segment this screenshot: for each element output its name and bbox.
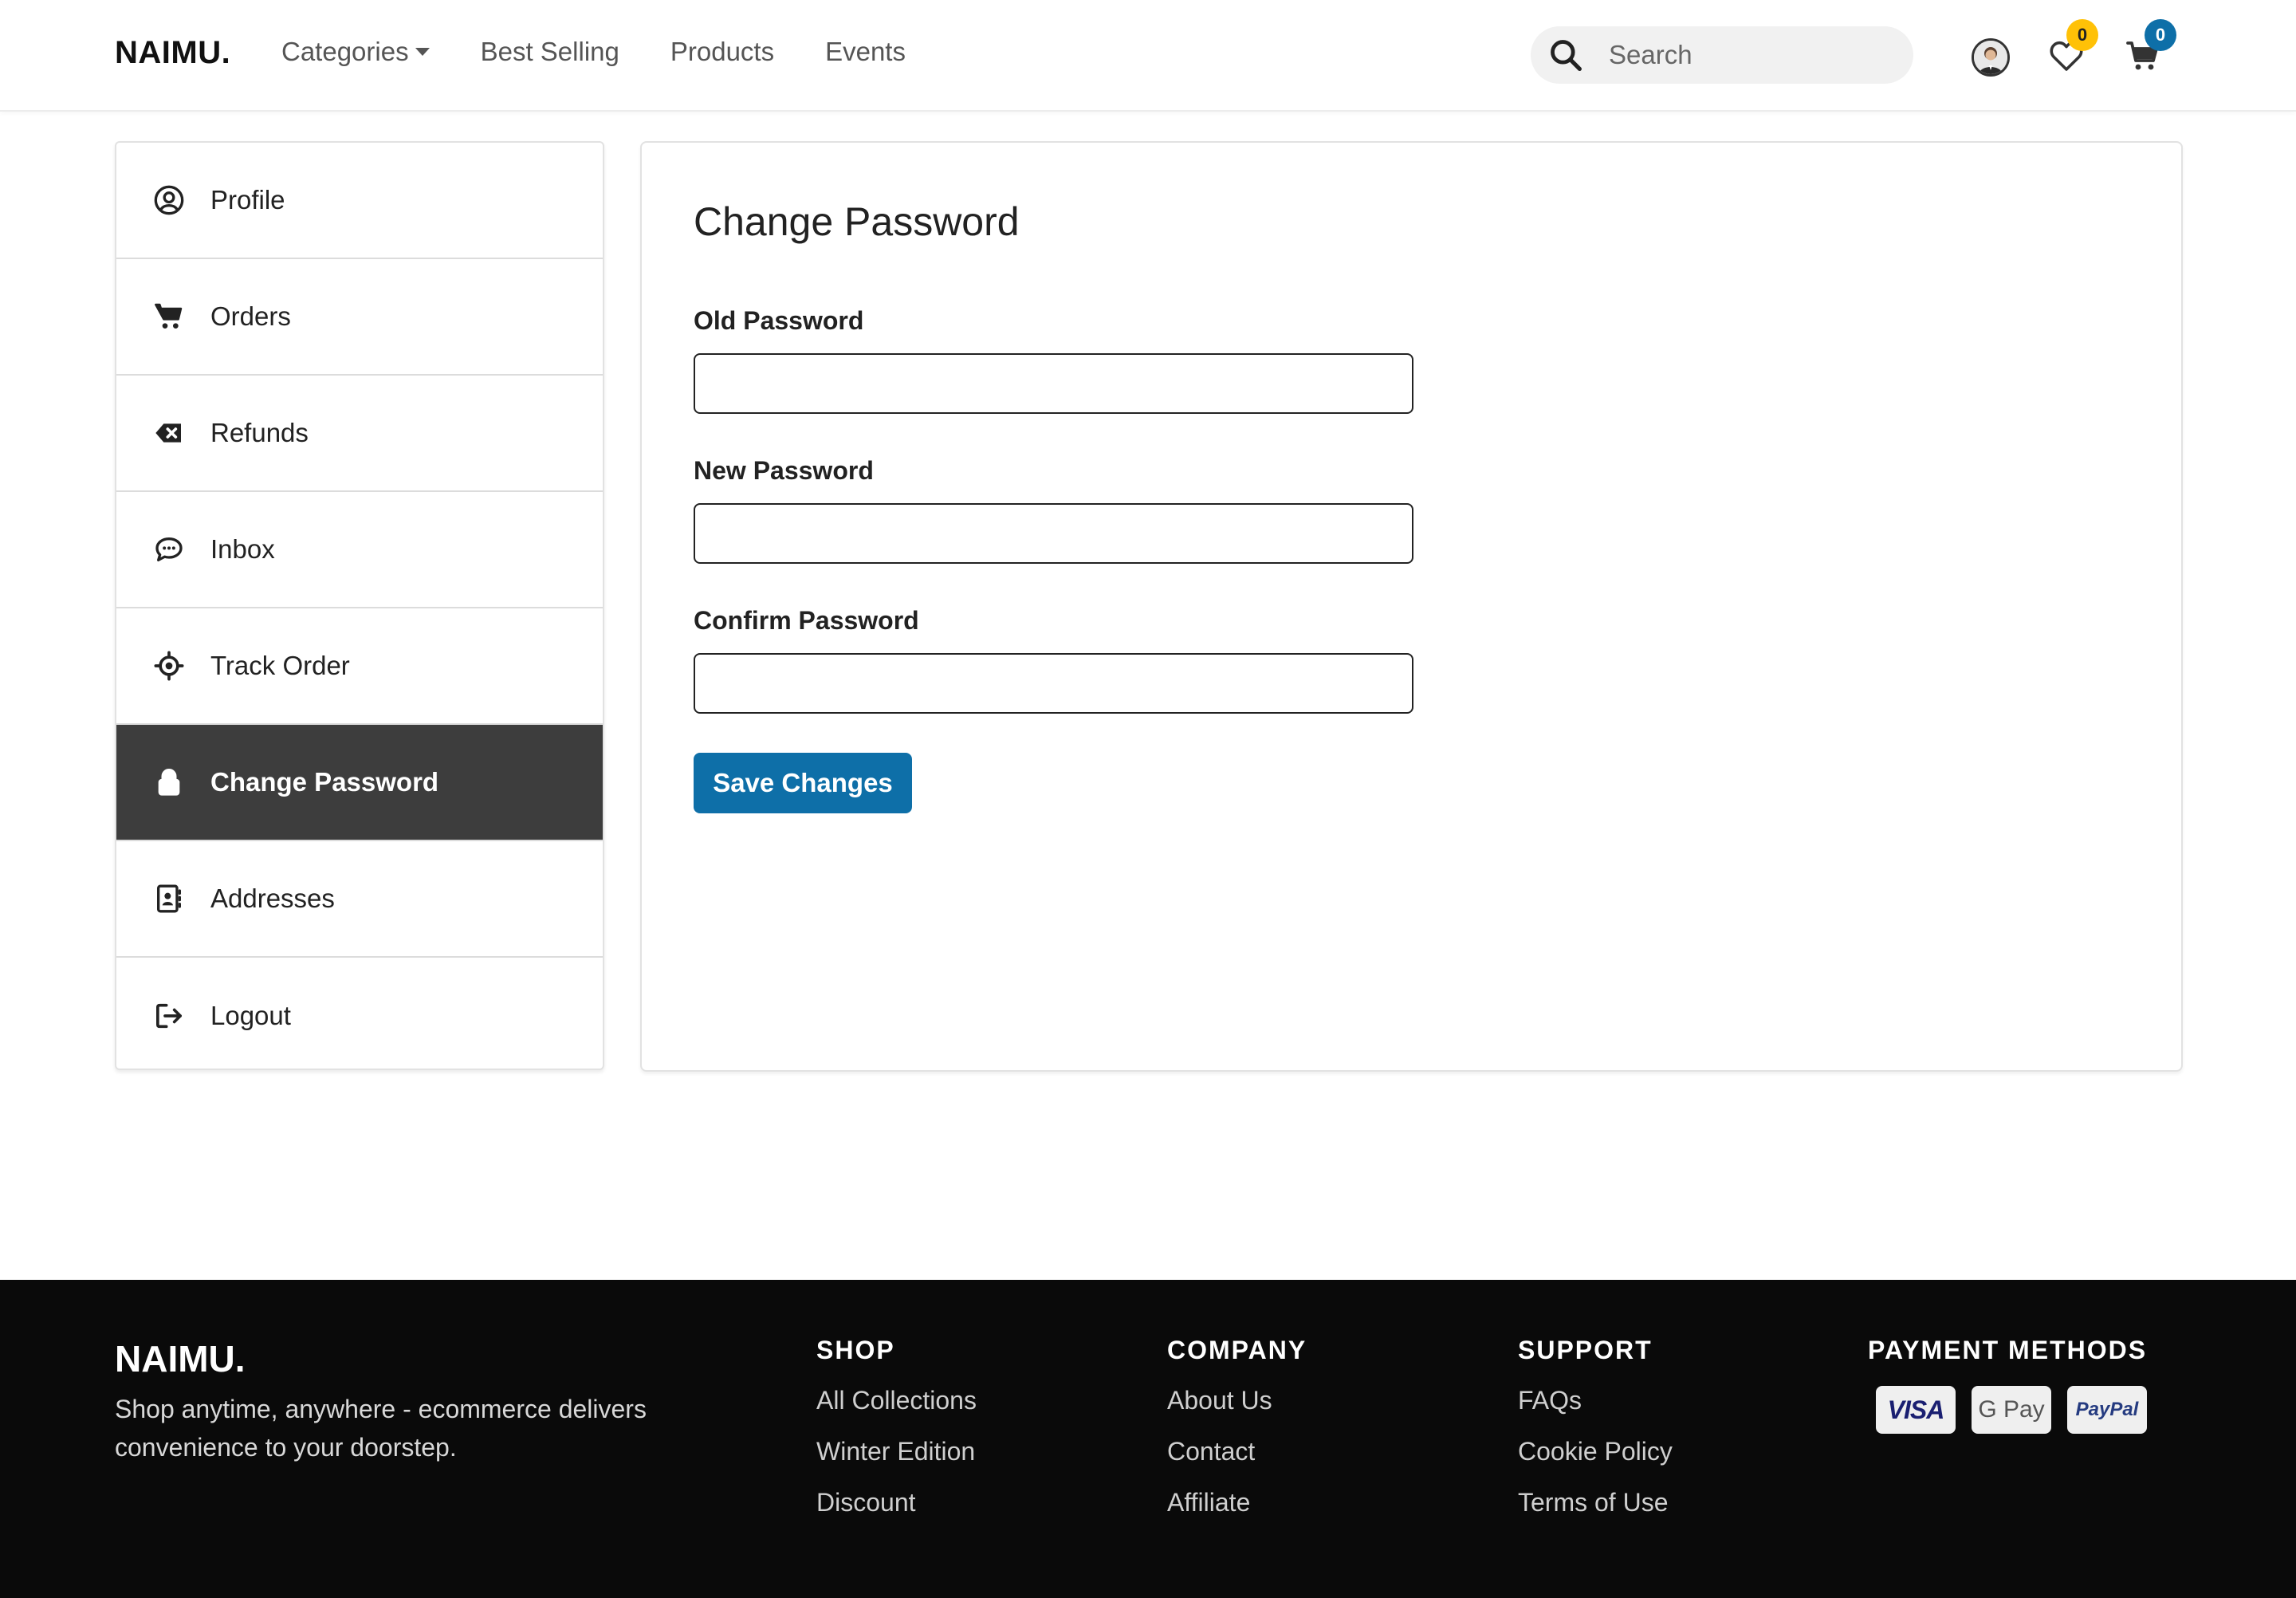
sidebar-item-logout[interactable]: Logout — [116, 958, 603, 1069]
footer-link[interactable]: FAQs — [1518, 1386, 1673, 1437]
nav-products[interactable]: Products — [670, 37, 774, 67]
sidebar-item-label: Addresses — [210, 884, 335, 913]
top-navbar: NAIMU. Categories Best Selling Products … — [0, 0, 2296, 112]
nav-categories[interactable]: Categories — [281, 37, 430, 67]
gpay-label: G Pay — [1978, 1396, 2045, 1423]
page-title: Change Password — [694, 199, 1020, 244]
footer-column-payment: PAYMENT METHODS VISA G Pay PayPal — [1868, 1336, 2163, 1434]
footer-link[interactable]: Discount — [816, 1488, 977, 1539]
search-input[interactable] — [1609, 40, 1896, 70]
footer-column-shop: SHOP All Collections Winter Edition Disc… — [816, 1336, 977, 1539]
footer-link[interactable]: Cookie Policy — [1518, 1437, 1673, 1488]
footer-column-support: SUPPORT FAQs Cookie Policy Terms of Use — [1518, 1336, 1673, 1539]
sidebar-item-change-password[interactable]: Change Password — [116, 725, 603, 841]
footer-heading: SUPPORT — [1518, 1336, 1653, 1364]
change-password-card: Change Password Old Password New Passwor… — [640, 141, 2183, 1072]
footer-tagline: Shop anytime, anywhere - ecommerce deliv… — [115, 1395, 647, 1462]
site-footer: NAIMU. Shop anytime, anywhere - ecommerc… — [0, 1280, 2296, 1598]
sidebar-item-label: Logout — [210, 1001, 291, 1030]
paypal-icon: PayPal — [2067, 1386, 2147, 1434]
visa-label: VISA — [1887, 1395, 1945, 1424]
crosshair-icon — [153, 650, 185, 682]
old-password-field[interactable] — [694, 353, 1413, 414]
sidebar-item-track-order[interactable]: Track Order — [116, 608, 603, 725]
footer-brand-logo[interactable]: NAIMU. — [115, 1337, 246, 1380]
address-book-icon — [153, 883, 185, 915]
footer-heading: COMPANY — [1167, 1336, 1307, 1364]
google-pay-icon: G Pay — [1972, 1386, 2051, 1434]
footer-column-company: COMPANY About Us Contact Affiliate — [1167, 1336, 1307, 1539]
new-password-label: New Password — [694, 456, 874, 485]
lock-icon — [153, 766, 185, 798]
sidebar-item-addresses[interactable]: Addresses — [116, 841, 603, 958]
sidebar-item-label: Orders — [210, 301, 291, 331]
footer-link[interactable]: All Collections — [816, 1386, 977, 1437]
footer-link[interactable]: Winter Edition — [816, 1437, 977, 1488]
sidebar-item-label: Track Order — [210, 651, 350, 680]
sidebar-item-label: Profile — [210, 185, 285, 215]
footer-link[interactable]: Contact — [1167, 1437, 1307, 1488]
main-nav: Categories Best Selling Products Events — [281, 37, 957, 67]
nav-best-selling[interactable]: Best Selling — [481, 37, 619, 67]
cart-icon — [153, 301, 185, 333]
nav-events[interactable]: Events — [825, 37, 906, 67]
footer-link[interactable]: About Us — [1167, 1386, 1307, 1437]
account-sidebar: Profile Orders Refunds Inbox Track Order… — [115, 141, 604, 1070]
save-changes-button[interactable]: Save Changes — [694, 753, 912, 813]
brand-logo[interactable]: NAIMU. — [115, 35, 230, 71]
footer-heading: PAYMENT METHODS — [1868, 1336, 2148, 1364]
confirm-password-label: Confirm Password — [694, 606, 919, 635]
wishlist-count-badge: 0 — [2066, 19, 2098, 51]
footer-link[interactable]: Affiliate — [1167, 1488, 1307, 1539]
logout-icon — [153, 1000, 185, 1032]
visa-card-icon: VISA — [1876, 1386, 1956, 1434]
old-password-label: Old Password — [694, 306, 864, 335]
confirm-password-field[interactable] — [694, 653, 1413, 714]
search-icon[interactable] — [1548, 37, 1583, 73]
sidebar-item-inbox[interactable]: Inbox — [116, 492, 603, 608]
user-circle-icon — [153, 184, 185, 216]
sidebar-item-label: Change Password — [210, 767, 439, 797]
backspace-icon — [153, 417, 185, 449]
sidebar-item-refunds[interactable]: Refunds — [116, 376, 603, 492]
footer-link[interactable]: Terms of Use — [1518, 1488, 1673, 1539]
nav-categories-label: Categories — [281, 37, 409, 66]
footer-heading: SHOP — [816, 1336, 895, 1364]
sidebar-item-orders[interactable]: Orders — [116, 259, 603, 376]
sidebar-item-label: Refunds — [210, 418, 309, 447]
search-bar — [1531, 26, 1913, 84]
payment-methods-row: VISA G Pay PayPal — [1876, 1386, 2163, 1434]
user-avatar[interactable] — [1972, 38, 2010, 77]
sidebar-item-profile[interactable]: Profile — [116, 143, 603, 259]
caret-down-icon — [415, 48, 430, 56]
chat-bubble-icon — [153, 533, 185, 565]
cart-count-badge: 0 — [2145, 19, 2176, 51]
sidebar-item-label: Inbox — [210, 534, 275, 564]
new-password-field[interactable] — [694, 503, 1413, 564]
paypal-label: PayPal — [2075, 1399, 2139, 1420]
